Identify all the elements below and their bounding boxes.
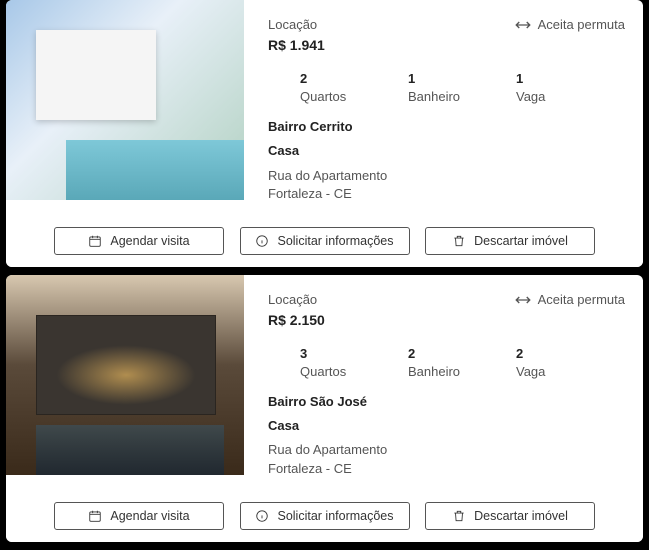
neighborhood: Bairro Cerrito [268, 118, 625, 136]
listing-main: Locação R$ 2.150 Aceita permuta 3 Quarto… [6, 275, 643, 490]
listing-photo[interactable] [6, 0, 244, 200]
stat-rooms-num: 2 [268, 70, 376, 88]
schedule-label: Agendar visita [110, 509, 189, 523]
swap-icon [514, 291, 532, 309]
stat-spots: 1 Vaga [484, 70, 592, 106]
schedule-visit-button[interactable]: Agendar visita [54, 227, 224, 255]
info-top-row: Locação R$ 1.941 Aceita permuta [268, 16, 625, 56]
listing-card: Locação R$ 2.150 Aceita permuta 3 Quarto… [6, 275, 643, 542]
request-info-button[interactable]: Solicitar informações [240, 227, 410, 255]
stat-rooms: 2 Quartos [268, 70, 376, 106]
trash-icon [452, 509, 466, 523]
neighborhood: Bairro São José [268, 393, 625, 411]
lease-label: Locação [268, 291, 325, 309]
stat-rooms-label: Quartos [268, 363, 376, 381]
schedule-label: Agendar visita [110, 234, 189, 248]
price: R$ 2.150 [268, 311, 325, 331]
listing-info: Locação R$ 2.150 Aceita permuta 3 Quarto… [244, 275, 643, 490]
lease-label: Locação [268, 16, 325, 34]
info-icon [255, 509, 269, 523]
stats-row: 2 Quartos 1 Banheiro 1 Vaga [268, 70, 625, 106]
permuta-badge: Aceita permuta [514, 16, 625, 34]
address-line2: Fortaleza - CE [268, 185, 625, 203]
discard-label: Descartar imóvel [474, 234, 568, 248]
calendar-icon [88, 509, 102, 523]
stat-spots-num: 1 [484, 70, 592, 88]
stat-rooms: 3 Quartos [268, 345, 376, 381]
stat-baths-num: 1 [376, 70, 484, 88]
listing-info: Locação R$ 1.941 Aceita permuta 2 Quarto… [244, 0, 643, 215]
property-type: Casa [268, 417, 625, 435]
listing-photo[interactable] [6, 275, 244, 475]
listing-main: Locação R$ 1.941 Aceita permuta 2 Quarto… [6, 0, 643, 215]
discard-label: Descartar imóvel [474, 509, 568, 523]
stat-rooms-label: Quartos [268, 88, 376, 106]
price: R$ 1.941 [268, 36, 325, 56]
stat-baths: 1 Banheiro [376, 70, 484, 106]
info-icon [255, 234, 269, 248]
info-top-row: Locação R$ 2.150 Aceita permuta [268, 291, 625, 331]
price-block: Locação R$ 1.941 [268, 16, 325, 56]
address: Rua do Apartamento Fortaleza - CE [268, 441, 625, 477]
property-type: Casa [268, 142, 625, 160]
stat-baths: 2 Banheiro [376, 345, 484, 381]
request-info-button[interactable]: Solicitar informações [240, 502, 410, 530]
listing-actions: Agendar visita Solicitar informações Des… [6, 215, 643, 267]
listing-actions: Agendar visita Solicitar informações Des… [6, 490, 643, 542]
price-block: Locação R$ 2.150 [268, 291, 325, 331]
stats-row: 3 Quartos 2 Banheiro 2 Vaga [268, 345, 625, 381]
stat-baths-num: 2 [376, 345, 484, 363]
permuta-label: Aceita permuta [538, 291, 625, 309]
permuta-label: Aceita permuta [538, 16, 625, 34]
stat-spots-label: Vaga [484, 88, 592, 106]
stat-spots: 2 Vaga [484, 345, 592, 381]
request-label: Solicitar informações [277, 509, 393, 523]
address: Rua do Apartamento Fortaleza - CE [268, 167, 625, 203]
address-line1: Rua do Apartamento [268, 441, 625, 459]
address-line1: Rua do Apartamento [268, 167, 625, 185]
listing-card: Locação R$ 1.941 Aceita permuta 2 Quarto… [6, 0, 643, 267]
schedule-visit-button[interactable]: Agendar visita [54, 502, 224, 530]
stat-baths-label: Banheiro [376, 88, 484, 106]
stat-rooms-num: 3 [268, 345, 376, 363]
stat-spots-num: 2 [484, 345, 592, 363]
calendar-icon [88, 234, 102, 248]
discard-button[interactable]: Descartar imóvel [425, 227, 595, 255]
trash-icon [452, 234, 466, 248]
request-label: Solicitar informações [277, 234, 393, 248]
address-line2: Fortaleza - CE [268, 460, 625, 478]
discard-button[interactable]: Descartar imóvel [425, 502, 595, 530]
stat-spots-label: Vaga [484, 363, 592, 381]
permuta-badge: Aceita permuta [514, 291, 625, 309]
swap-icon [514, 16, 532, 34]
stat-baths-label: Banheiro [376, 363, 484, 381]
